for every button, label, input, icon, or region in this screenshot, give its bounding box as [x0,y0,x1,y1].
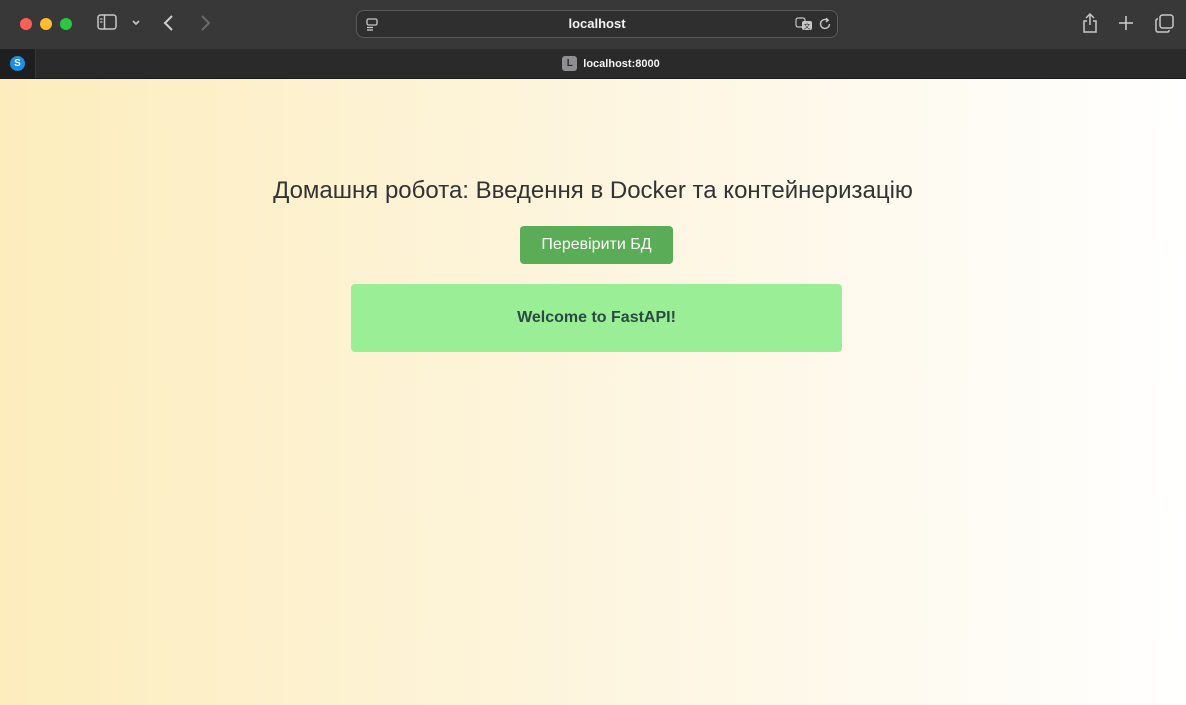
chevron-left-icon[interactable] [162,13,176,33]
pinned-tab-favicon: S [10,56,25,71]
tabs-overview-icon[interactable] [1155,14,1174,33]
pinned-tab[interactable]: S [0,49,36,78]
svg-text:文: 文 [804,22,811,31]
close-window-button[interactable] [20,18,32,30]
chevron-right-icon[interactable] [198,13,212,33]
tab-title: localhost:8000 [583,57,660,70]
sidebar-icon[interactable] [97,14,117,30]
tab-bar: S L localhost:8000 [0,49,1186,79]
translate-icon[interactable]: 文 [795,17,813,31]
page-title: Домашня робота: Введення в Docker та кон… [273,177,913,204]
minimize-window-button[interactable] [40,18,52,30]
message-text: Welcome to FastAPI! [517,309,676,326]
address-text[interactable]: localhost [357,11,837,37]
tab-localhost[interactable]: L localhost:8000 [36,49,1186,78]
fullscreen-window-button[interactable] [60,18,72,30]
message-box: Welcome to FastAPI! [351,284,842,352]
address-bar[interactable]: localhost 文 [356,10,838,38]
share-icon[interactable] [1081,12,1099,34]
check-db-button[interactable]: Перевірити БД [520,226,673,264]
browser-toolbar: localhost 文 [0,0,1186,49]
tab-favicon: L [562,56,578,71]
chevron-down-icon[interactable] [131,19,141,27]
page-viewport: Домашня робота: Введення в Docker та кон… [0,79,1186,705]
plus-icon[interactable] [1118,15,1134,31]
reload-icon[interactable] [818,17,832,31]
